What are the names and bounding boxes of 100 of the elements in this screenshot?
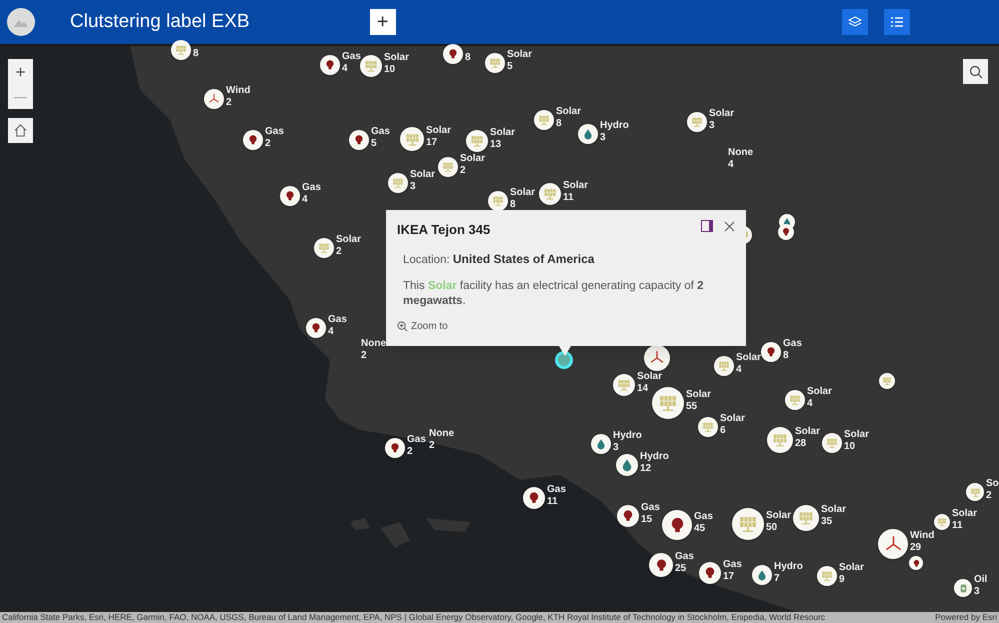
add-button[interactable]: + <box>370 9 396 35</box>
solar-panel-icon <box>442 161 454 173</box>
cluster-count: 11 <box>952 520 964 532</box>
cluster-type-label: Solar <box>952 508 978 520</box>
search-button[interactable] <box>963 59 988 84</box>
cluster-type-label: Gas <box>783 338 802 350</box>
cluster-type-label: Solar <box>807 386 832 398</box>
cluster-count: 10 <box>844 441 856 453</box>
cluster-type-label: Solar <box>839 562 864 574</box>
cluster-type-label: Gas <box>407 434 426 446</box>
bulb-icon <box>389 442 401 454</box>
cluster-type-label: Solar <box>766 510 792 522</box>
solar-panel-icon <box>489 57 501 69</box>
cluster-type-label: Solar <box>384 52 410 64</box>
solar-panel-icon <box>492 195 504 207</box>
cluster-type-label: Solar <box>563 180 588 192</box>
cluster-type-label: Gas <box>694 511 713 523</box>
solar-panel-icon <box>882 376 892 386</box>
close-button[interactable] <box>723 220 735 232</box>
bulb-icon <box>765 346 777 358</box>
cluster-count: 2 <box>265 138 272 150</box>
solar-panel-icon <box>392 177 404 189</box>
powered-by-text: Powered by Esri <box>934 613 997 622</box>
cluster-count: 35 <box>821 516 834 528</box>
gas-cluster-marker[interactable] <box>523 487 545 509</box>
cluster-type-label: Solar <box>720 413 746 425</box>
gas-cluster-marker[interactable] <box>385 438 405 458</box>
cluster-count: 5 <box>371 138 378 150</box>
cluster-count: 8 <box>556 118 563 130</box>
bulb-icon <box>621 509 635 523</box>
cluster-count: 13 <box>490 139 502 151</box>
close-icon <box>724 220 734 232</box>
cluster-count: 55 <box>686 401 698 413</box>
cluster-count: 2 <box>336 246 343 258</box>
solar-panel-icon <box>538 114 550 126</box>
water-drop-icon <box>756 569 768 581</box>
cluster-count: 2 <box>986 490 993 502</box>
cluster-count: 3 <box>709 120 716 132</box>
cluster-type-label: Solar <box>490 127 516 139</box>
wind-turbine-icon <box>208 93 220 105</box>
cluster-count: 8 <box>783 350 790 362</box>
bulb-icon <box>324 59 336 71</box>
popup-title: IKEA Tejon 345 <box>397 221 490 239</box>
solar-panel-icon <box>364 59 378 73</box>
dock-button[interactable] <box>701 220 713 232</box>
bulb-icon <box>310 322 322 334</box>
cluster-count: 10 <box>384 64 396 76</box>
bulb-icon <box>284 190 296 202</box>
cluster-type-label: Hydro <box>640 451 669 463</box>
popup-description: This Solar facility has an electrical generating capacity of 2 megawatts. <box>403 278 704 309</box>
solar-panel-icon <box>318 242 330 254</box>
cluster-type-label: Gas <box>265 126 284 138</box>
solar-panel-icon <box>658 393 678 413</box>
cluster-type-label: Solar <box>709 108 734 120</box>
cluster-type-label: Wind <box>226 85 250 97</box>
logo-placeholder-icon <box>7 8 35 36</box>
cluster-count: 3 <box>613 442 620 454</box>
cluster-count: 2 <box>407 446 414 458</box>
cluster-count: 2 <box>361 350 368 362</box>
cluster-count: 4 <box>342 63 349 75</box>
solar-panel-icon <box>821 570 833 582</box>
legend-button[interactable] <box>884 9 910 35</box>
cluster-type-label: So <box>986 478 999 490</box>
solar-panel-icon <box>772 432 788 448</box>
solar-panel-icon <box>175 44 187 56</box>
solar-panel-icon <box>617 378 631 392</box>
cluster-type-label: None <box>429 428 454 440</box>
cluster-count: 8 <box>510 199 517 211</box>
cluster-count: 45 <box>694 523 706 535</box>
cluster-type-label: Gas <box>723 559 742 571</box>
cluster-count: 2 <box>226 97 233 109</box>
cluster-type-label: Hydro <box>613 430 642 442</box>
cluster-count: 3 <box>410 181 417 193</box>
home-button[interactable] <box>8 118 33 143</box>
cluster-count: 17 <box>426 137 438 149</box>
layers-icon <box>848 15 862 29</box>
gas-cluster-marker[interactable] <box>649 553 673 577</box>
water-drop-icon <box>620 458 634 472</box>
cluster-count: 15 <box>641 514 654 526</box>
water-drop-icon <box>595 438 607 450</box>
zoom-to-button[interactable]: Zoom to <box>397 318 448 334</box>
cluster-type-label: Gas <box>675 551 694 563</box>
water-drop-icon <box>582 128 594 140</box>
solar-panel-icon <box>702 421 714 433</box>
zoom-in-button[interactable]: + <box>8 59 33 84</box>
cluster-count: 11 <box>547 496 559 508</box>
cluster-type-label: Solar <box>637 371 662 383</box>
cluster-type-label: Solar <box>426 125 452 137</box>
cluster-type-label: Solar <box>844 429 870 441</box>
home-icon <box>14 124 27 137</box>
cluster-count: 4 <box>807 398 814 410</box>
bulb-icon <box>447 48 459 60</box>
cluster-count: 5 <box>507 61 514 73</box>
solar-panel-icon <box>970 486 980 498</box>
cluster-type-label: Solar <box>510 187 536 199</box>
solar-panel-icon <box>718 360 730 372</box>
cluster-count: 3 <box>600 132 607 144</box>
zoom-in-icon <box>397 320 408 332</box>
layers-button[interactable] <box>842 9 868 35</box>
bulb-icon <box>781 227 791 237</box>
